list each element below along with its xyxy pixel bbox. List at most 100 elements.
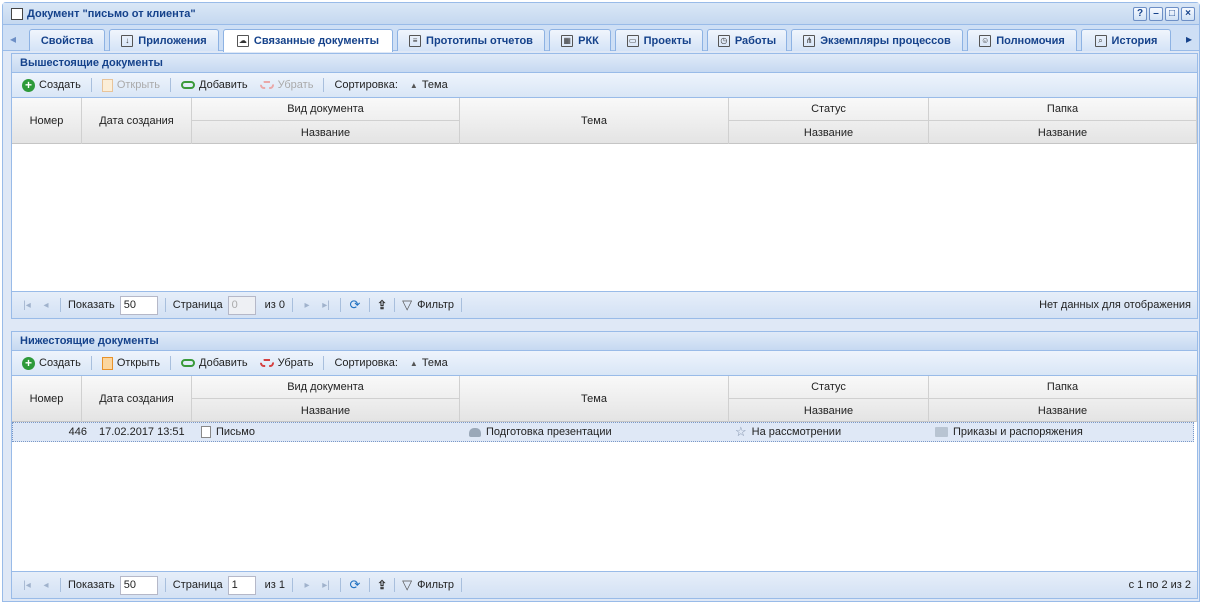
- tab-report-prototypes[interactable]: ≡ Прототипы отчетов: [397, 29, 545, 51]
- open-button[interactable]: Открыть: [98, 356, 164, 370]
- upper-pager: |◂ ◂ Показать 50 Страница 0 из 0 ▸ ▸| ⟳ …: [12, 291, 1197, 318]
- page-label: Страница: [172, 579, 223, 591]
- tab-scroll-left-icon[interactable]: ◂: [5, 29, 21, 49]
- col-folder-name[interactable]: Название: [929, 121, 1197, 144]
- col-status-name[interactable]: Название: [729, 399, 929, 422]
- sort-label: Сортировка:: [334, 79, 398, 91]
- col-subject[interactable]: Тема: [460, 376, 729, 422]
- sort-asc-icon: ▲: [409, 80, 418, 90]
- filter-button[interactable]: Фильтр: [417, 579, 454, 591]
- tab-permissions[interactable]: ☺ Полномочия: [967, 29, 1077, 51]
- close-button[interactable]: ×: [1181, 7, 1195, 21]
- last-page-icon[interactable]: ▸|: [319, 300, 333, 311]
- pager-info: с 1 по 2 из 2: [1128, 579, 1191, 591]
- sort-field-button[interactable]: ▲ Тема: [406, 357, 452, 369]
- cell-doc-type: Письмо: [216, 426, 255, 438]
- page-number-input[interactable]: 1: [227, 575, 256, 595]
- tab-attachments[interactable]: ↓ Приложения: [109, 29, 219, 51]
- col-doc-type-name[interactable]: Название: [192, 121, 460, 144]
- col-folder: Папка: [929, 376, 1197, 399]
- document-window: Документ "письмо от клиента" ? – □ × ◂ С…: [2, 2, 1200, 602]
- add-label: Добавить: [199, 79, 248, 91]
- next-page-icon[interactable]: ▸: [300, 300, 314, 311]
- export-icon[interactable]: ⇪: [377, 298, 387, 312]
- projects-icon: ▭: [626, 34, 639, 47]
- upper-toolbar: + Создать Открыть Добавить Убрать Сортиро…: [12, 73, 1197, 98]
- pager-info: Нет данных для отображения: [1039, 299, 1191, 311]
- tab-history[interactable]: ⌕ История: [1081, 29, 1171, 51]
- cell-status: На рассмотрении: [751, 426, 842, 438]
- folder-icon: [935, 427, 948, 437]
- tab-strip: ◂ Свойства ↓ Приложения ☁ Связанные докуме…: [3, 25, 1199, 52]
- col-number[interactable]: Номер: [12, 376, 82, 422]
- add-button[interactable]: Добавить: [177, 357, 252, 369]
- page-number-input[interactable]: 0: [227, 295, 256, 315]
- col-number[interactable]: Номер: [12, 98, 82, 144]
- next-page-icon[interactable]: ▸: [300, 580, 314, 591]
- col-doc-type-name[interactable]: Название: [192, 399, 460, 422]
- filter-icon[interactable]: ▽: [402, 577, 412, 593]
- sort-field-button[interactable]: ▲ Тема: [406, 79, 452, 91]
- tab-process-instances[interactable]: ⋔ Экземпляры процессов: [791, 29, 963, 51]
- document-type-icon: [201, 426, 211, 438]
- col-status-name[interactable]: Название: [729, 121, 929, 144]
- process-icon: ⋔: [803, 34, 816, 47]
- page-label: Страница: [172, 299, 223, 311]
- filter-button[interactable]: Фильтр: [417, 299, 454, 311]
- tab-rkk[interactable]: ▦ РКК: [549, 29, 611, 51]
- tab-label: Прототипы отчетов: [426, 34, 533, 47]
- minimize-button[interactable]: –: [1149, 7, 1163, 21]
- report-icon: ≡: [409, 34, 422, 47]
- refresh-icon[interactable]: ⟳: [348, 577, 362, 593]
- unlink-icon: [259, 359, 274, 367]
- tab-related-documents[interactable]: ☁ Связанные документы: [223, 29, 393, 52]
- prev-page-icon[interactable]: ◂: [39, 300, 53, 311]
- open-icon: [101, 78, 113, 92]
- rkk-icon: ▦: [561, 34, 574, 47]
- page-size-input[interactable]: 50: [119, 295, 158, 315]
- remove-button[interactable]: Убрать: [256, 357, 318, 369]
- lower-pager: |◂ ◂ Показать 50 Страница 1 из 1 ▸ ▸| ⟳ …: [12, 571, 1197, 598]
- upper-documents-panel: Вышестоящие документы + Создать Открыть Д…: [11, 53, 1198, 319]
- open-button[interactable]: Открыть: [98, 78, 164, 92]
- sort-label: Сортировка:: [334, 357, 398, 369]
- tab-properties[interactable]: Свойства: [29, 29, 105, 51]
- add-label: Добавить: [199, 357, 248, 369]
- works-icon: ◷: [717, 34, 730, 47]
- page-size-input[interactable]: 50: [119, 575, 158, 595]
- upper-grid-body: [12, 144, 1197, 286]
- first-page-icon[interactable]: |◂: [20, 580, 34, 591]
- create-button[interactable]: + Создать: [18, 356, 85, 370]
- help-button[interactable]: ?: [1133, 7, 1147, 21]
- history-icon: ⌕: [1094, 34, 1107, 47]
- filter-icon[interactable]: ▽: [402, 297, 412, 313]
- open-label: Открыть: [116, 357, 161, 369]
- unlink-icon: [259, 81, 274, 89]
- col-folder: Папка: [929, 98, 1197, 121]
- sort-field-label: Тема: [421, 357, 448, 369]
- tab-scroll-right-icon[interactable]: ▸: [1181, 29, 1197, 49]
- create-button[interactable]: + Создать: [18, 78, 85, 92]
- add-button[interactable]: Добавить: [177, 79, 252, 91]
- tab-works[interactable]: ◷ Работы: [707, 29, 787, 51]
- lower-toolbar: + Создать Открыть Добавить Убрать Сортиро…: [12, 351, 1197, 376]
- cell-folder: Приказы и распоряжения: [953, 426, 1083, 438]
- tab-label: Связанные документы: [253, 35, 380, 47]
- last-page-icon[interactable]: ▸|: [319, 580, 333, 591]
- table-row[interactable]: 446 17.02.2017 13:51 Письмо Подготовка п…: [12, 422, 1194, 442]
- first-page-icon[interactable]: |◂: [20, 300, 34, 311]
- prev-page-icon[interactable]: ◂: [39, 580, 53, 591]
- tab-label: Проекты: [643, 34, 692, 47]
- remove-button[interactable]: Убрать: [256, 79, 318, 91]
- maximize-button[interactable]: □: [1165, 7, 1179, 21]
- sort-field-label: Тема: [421, 79, 448, 91]
- col-folder-name[interactable]: Название: [929, 399, 1197, 422]
- export-icon[interactable]: ⇪: [377, 578, 387, 592]
- lower-grid-body: 446 17.02.2017 13:51 Письмо Подготовка п…: [12, 422, 1197, 566]
- tab-label: РКК: [578, 34, 599, 47]
- col-subject[interactable]: Тема: [460, 98, 729, 144]
- tab-projects[interactable]: ▭ Проекты: [615, 29, 703, 51]
- col-created[interactable]: Дата создания: [82, 376, 192, 422]
- col-created[interactable]: Дата создания: [82, 98, 192, 144]
- refresh-icon[interactable]: ⟳: [348, 297, 362, 313]
